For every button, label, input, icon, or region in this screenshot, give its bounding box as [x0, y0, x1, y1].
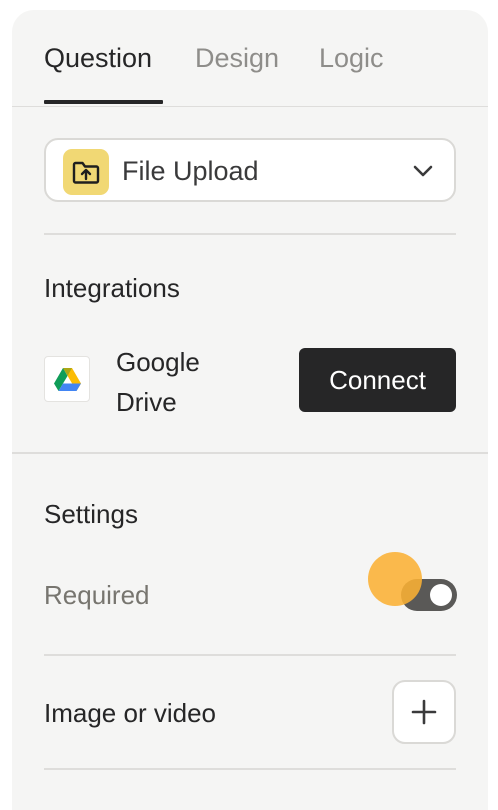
plus-icon [411, 699, 437, 725]
question-type-select[interactable]: File Upload [44, 138, 456, 202]
tab-question[interactable]: Question [44, 40, 152, 76]
question-settings-panel: Question Design Logic File Upload Integr… [12, 10, 488, 810]
add-media-button[interactable] [392, 680, 456, 744]
folder-upload-icon [72, 161, 100, 184]
question-type-badge [63, 149, 109, 195]
tab-logic[interactable]: Logic [319, 40, 384, 76]
integrations-title: Integrations [44, 273, 180, 303]
divider [44, 654, 456, 656]
integration-name: Google Drive [116, 347, 200, 417]
tab-bar: Question Design Logic [12, 10, 488, 107]
connect-button[interactable]: Connect [299, 348, 456, 412]
google-drive-icon [54, 368, 81, 391]
question-type-label: File Upload [122, 156, 259, 186]
required-label: Required [44, 580, 150, 610]
settings-title: Settings [44, 499, 138, 529]
divider [44, 233, 456, 235]
toggle-knob [430, 584, 452, 606]
cursor-highlight [368, 552, 422, 606]
divider [44, 768, 456, 770]
tab-design[interactable]: Design [195, 40, 279, 76]
chevron-down-icon [413, 165, 433, 177]
google-drive-logo [44, 356, 90, 402]
active-tab-indicator [44, 100, 163, 104]
image-or-video-label: Image or video [44, 698, 216, 728]
section-divider [12, 452, 488, 454]
